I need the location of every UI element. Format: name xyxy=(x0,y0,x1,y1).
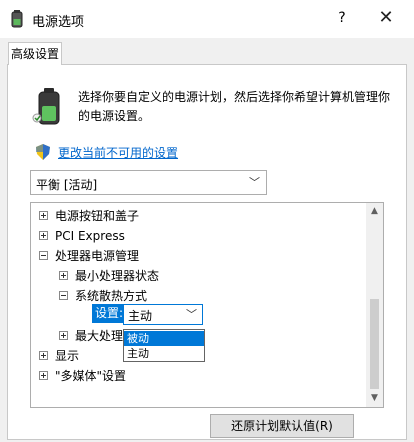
scroll-down-button[interactable]: ▼ xyxy=(366,390,383,407)
tab-advanced-settings[interactable]: 高级设置 xyxy=(8,42,62,65)
tree-item-label: PCI Express xyxy=(55,229,125,243)
tree-item[interactable]: "多媒体"设置 xyxy=(39,366,126,386)
tree-item[interactable]: 电源按钮和盖子 xyxy=(39,206,139,226)
title-bar: 电源选项 ? ✕ xyxy=(0,0,414,38)
tree-item[interactable]: 最大处理 xyxy=(59,326,123,346)
setting-label: 设置: xyxy=(92,304,127,323)
change-unavailable-settings-link[interactable]: 更改当前不可用的设置 xyxy=(58,144,178,161)
battery-icon xyxy=(32,88,60,125)
restore-defaults-button[interactable]: 还原计划默认值(R) xyxy=(210,414,354,438)
power-plan-value: 平衡 [活动] xyxy=(36,178,98,192)
tree-item-label: "多媒体"设置 xyxy=(55,369,127,383)
expand-icon[interactable] xyxy=(39,351,48,360)
tree-item[interactable]: 系统散热方式 xyxy=(59,286,147,306)
settings-tree[interactable]: 电源按钮和盖子 PCI Express 处理器电源管理 最小处理器状态 系统散热… xyxy=(30,202,384,408)
shield-icon xyxy=(36,144,50,160)
tree-item-label: 显示 xyxy=(55,349,80,363)
tree-item-label: 系统散热方式 xyxy=(75,289,148,303)
cooling-policy-select[interactable]: 主动 ﹀ xyxy=(123,304,203,325)
expand-icon[interactable] xyxy=(39,371,48,380)
power-options-icon xyxy=(11,10,23,28)
close-button[interactable]: ✕ xyxy=(376,7,396,29)
cooling-policy-value: 主动 xyxy=(128,309,153,323)
chevron-down-icon: ﹀ xyxy=(186,308,197,321)
plan-description: 选择你要自定义的电源计划，然后选择你希望计算机管理你的电源设置。 xyxy=(78,90,391,123)
tree-item-label: 最小处理器状态 xyxy=(75,269,160,283)
help-button[interactable]: ? xyxy=(332,8,352,28)
expand-icon[interactable] xyxy=(39,211,48,220)
expand-icon[interactable] xyxy=(39,231,48,240)
vertical-scrollbar[interactable]: ▲ ▼ xyxy=(366,203,383,407)
power-plan-select[interactable]: 平衡 [活动] ﹀ xyxy=(30,170,267,195)
tree-item[interactable]: 处理器电源管理 xyxy=(39,246,139,266)
chevron-down-icon: ﹀ xyxy=(249,176,260,189)
scroll-thumb[interactable] xyxy=(370,299,379,389)
expand-icon[interactable] xyxy=(59,331,68,340)
tree-item[interactable]: 最小处理器状态 xyxy=(59,266,159,286)
cooling-policy-dropdown: 被动 主动 xyxy=(123,329,205,362)
tree-item-label: 电源按钮和盖子 xyxy=(55,209,140,223)
expand-icon[interactable] xyxy=(59,271,68,280)
scroll-up-button[interactable]: ▲ xyxy=(366,203,383,220)
dropdown-option-active[interactable]: 主动 xyxy=(124,346,204,361)
tab-strip: 高级设置 xyxy=(0,38,414,65)
tree-item[interactable]: 显示 xyxy=(39,346,79,366)
collapse-icon[interactable] xyxy=(39,251,48,260)
collapse-icon[interactable] xyxy=(59,291,68,300)
dropdown-option-passive[interactable]: 被动 xyxy=(124,331,204,346)
tree-item[interactable]: PCI Express xyxy=(39,226,125,246)
tree-item-label: 最大处理 xyxy=(75,329,124,343)
window-title: 电源选项 xyxy=(32,15,85,30)
tree-item-label: 处理器电源管理 xyxy=(55,249,140,263)
